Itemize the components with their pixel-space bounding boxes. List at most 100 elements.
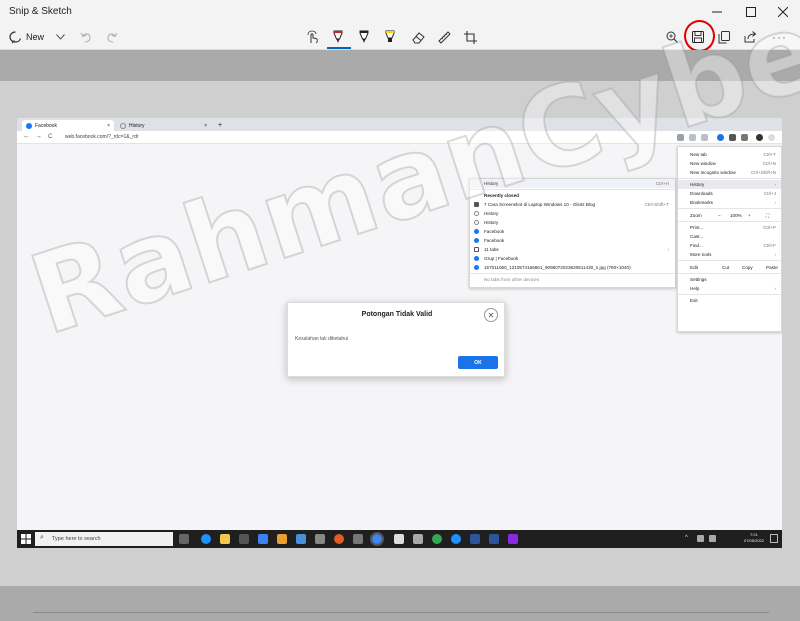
menu-divider [470, 273, 675, 274]
reload-icon[interactable]: C [48, 134, 52, 140]
dialog-title: Potongan Tidak Valid [361, 311, 433, 318]
history-item[interactable]: Facebook [470, 236, 675, 245]
history-item-label: Facebook [484, 238, 505, 243]
menu-item-more-tools[interactable]: More tools › [678, 250, 781, 259]
undo-button[interactable] [80, 28, 92, 46]
menu-item-incognito[interactable]: New Incognito window Ctrl+Shift+N [678, 168, 781, 177]
menu-divider [678, 178, 781, 179]
word-icon[interactable] [489, 534, 499, 544]
word-icon[interactable] [470, 534, 480, 544]
touch-writing-button[interactable] [306, 28, 319, 46]
menu-item-label: New Incognito window [690, 170, 736, 175]
app-icon[interactable] [296, 534, 306, 544]
copy-button-menu[interactable]: Copy [742, 265, 753, 270]
menu-item-settings[interactable]: Settings [678, 275, 781, 284]
back-icon[interactable]: ← [23, 133, 30, 140]
taskbar-clock[interactable]: 7:01 07/05/2022 [744, 532, 764, 544]
browser-tab-history[interactable]: History × [116, 120, 211, 131]
chrome-icon[interactable] [370, 532, 384, 546]
store-icon[interactable] [239, 534, 249, 544]
edge-icon[interactable] [201, 534, 211, 544]
forward-icon[interactable]: → [35, 133, 42, 140]
shortcut-label: Ctrl+H [655, 181, 669, 186]
network-icon[interactable] [697, 535, 704, 542]
dialog-close-icon[interactable]: ✕ [484, 308, 498, 322]
dialog-ok-button[interactable]: OK [458, 356, 498, 369]
history-item[interactable]: History [470, 218, 675, 227]
premiere-icon[interactable] [508, 534, 518, 544]
browser-tab-facebook[interactable]: Facebook × [22, 120, 114, 131]
profile-avatar[interactable] [756, 134, 763, 141]
windows-start-icon[interactable] [21, 534, 31, 544]
firefox-icon[interactable] [334, 534, 344, 544]
notification-icon[interactable] [770, 534, 778, 543]
app-icon[interactable] [413, 534, 423, 544]
url-field[interactable]: web.facebook.com/?_rdc=1&_rdr [65, 134, 139, 140]
menu-item-help[interactable]: Help › [678, 284, 781, 293]
menu-item-label: Downloads [690, 191, 713, 196]
paste-button[interactable]: Paste [766, 265, 778, 270]
invalid-snip-dialog: Potongan Tidak Valid ✕ Kesalahan tak dik… [287, 302, 505, 377]
chrome-icon[interactable] [432, 534, 442, 544]
edge-icon[interactable] [451, 534, 461, 544]
menu-divider [678, 221, 781, 222]
search-icon: ⌕ [40, 534, 44, 541]
menu-item-history[interactable]: History › [678, 180, 781, 189]
file-explorer-icon[interactable] [220, 534, 230, 544]
eraser-button[interactable] [412, 28, 425, 46]
cut-button[interactable]: Cut [722, 265, 729, 270]
chrome-menu-icon[interactable] [768, 134, 775, 141]
menu-item-new-window[interactable]: New window Ctrl+N [678, 159, 781, 168]
mail-icon[interactable] [258, 534, 268, 544]
new-snip-icon [9, 30, 22, 43]
tab-close-icon[interactable]: × [107, 123, 110, 129]
menu-item-cast[interactable]: Cast... [678, 232, 781, 241]
horizontal-scrollbar[interactable] [33, 612, 769, 613]
app-icon[interactable] [394, 534, 404, 544]
edit-row: Edit Cut Copy Paste [678, 262, 781, 272]
history-item-label: History [484, 220, 499, 225]
zoom-row: Zoom − 100% + ⛶ [678, 210, 781, 220]
dialog-message: Kesalahan tak diketahui [295, 336, 349, 342]
menu-item-exit[interactable]: Exit [678, 296, 781, 305]
redo-button[interactable] [106, 28, 118, 46]
shortcut-label: Ctrl+N [762, 161, 776, 166]
highlighter-button[interactable] [384, 28, 396, 46]
tab-close-icon[interactable]: × [204, 123, 207, 129]
new-dropdown-button[interactable] [56, 28, 65, 46]
history-item[interactable]: 11 tabs › [470, 245, 675, 254]
ballpoint-pen-button[interactable] [332, 28, 344, 46]
zoom-value: 100% [730, 213, 742, 218]
task-view-icon[interactable] [179, 534, 189, 544]
menu-item-print[interactable]: Print... Ctrl+P [678, 223, 781, 232]
zoom-out-button[interactable]: − [718, 213, 721, 218]
redo-icon [107, 32, 118, 43]
eraser-icon [412, 31, 425, 43]
zoom-in-button[interactable]: + [748, 213, 751, 218]
edit-label: Edit [690, 265, 698, 270]
canvas-bottom-strip [0, 586, 800, 621]
app-icon[interactable] [353, 534, 363, 544]
menu-item-find[interactable]: Find... Ctrl+F [678, 241, 781, 250]
menu-item-downloads[interactable]: Downloads Ctrl+J [678, 189, 781, 198]
new-button[interactable]: New [9, 28, 44, 46]
vlc-icon[interactable] [277, 534, 287, 544]
taskbar-search-input[interactable]: ⌕ Type here to search [35, 532, 173, 546]
history-item-label: Grup | Facebook [484, 256, 519, 261]
ruler-button[interactable] [438, 28, 451, 46]
history-item-label: 157011060_1210574166661_9098072023820811… [484, 265, 631, 270]
crop-button[interactable] [464, 28, 477, 46]
menu-item-label: More tools [690, 252, 712, 257]
menu-item-bookmarks[interactable]: Bookmarks › [678, 198, 781, 207]
new-tab-button[interactable]: + [214, 120, 224, 131]
menu-item-label: Settings [690, 277, 707, 282]
pencil-button[interactable] [358, 28, 370, 46]
history-item[interactable]: Grup | Facebook [470, 254, 675, 263]
history-item[interactable]: Facebook [470, 227, 675, 236]
fullscreen-icon[interactable]: ⛶ [766, 213, 769, 218]
new-label: New [26, 32, 45, 42]
history-item[interactable]: 157011060_1210574166661_9098072023820811… [470, 263, 675, 272]
app-icon[interactable] [315, 534, 325, 544]
volume-icon[interactable] [709, 535, 716, 542]
tray-chevron-up-icon[interactable]: ^ [685, 535, 688, 541]
